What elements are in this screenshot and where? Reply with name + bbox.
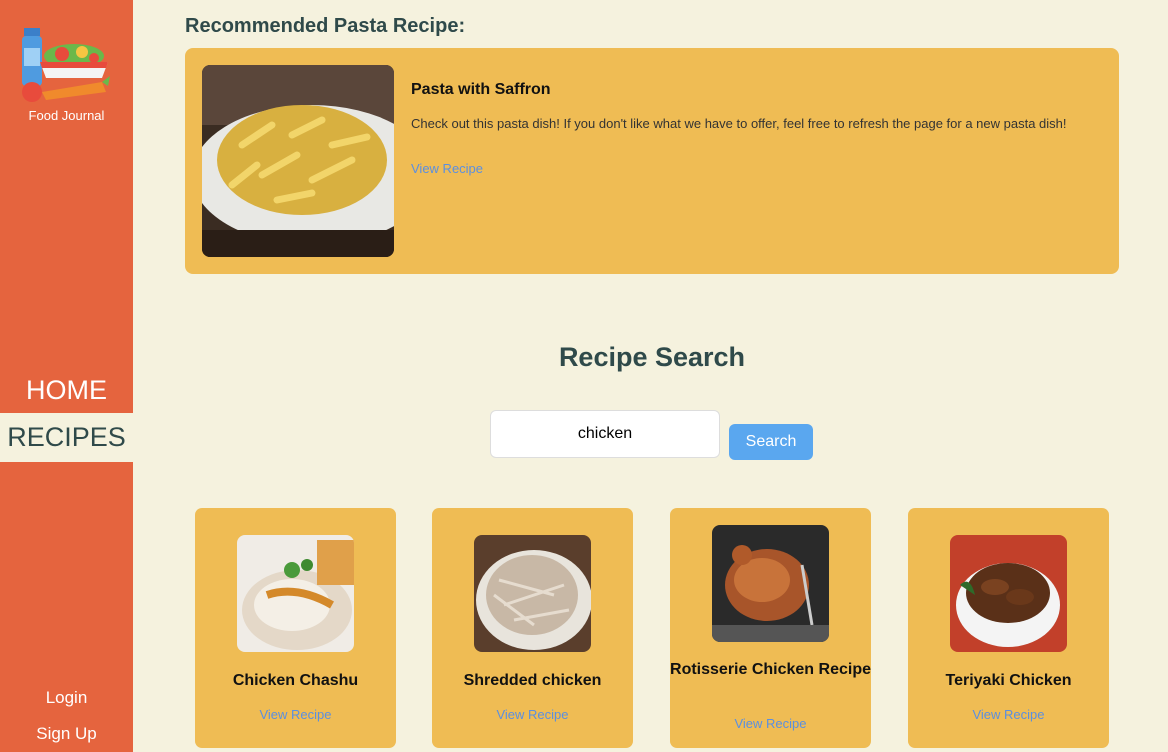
login-link[interactable]: Login [0, 688, 133, 708]
signup-link[interactable]: Sign Up [0, 724, 133, 744]
recipe-title: Rotisserie Chicken Recipe [670, 661, 871, 678]
recommended-view-recipe-link[interactable]: View Recipe [411, 161, 483, 176]
recommended-card: Pasta with Saffron Check out this pasta … [185, 48, 1119, 274]
recipe-card: Rotisserie Chicken Recipe View Recipe [670, 508, 871, 748]
search-input[interactable] [490, 410, 720, 458]
recipe-thumbnail [474, 535, 591, 652]
recipe-thumbnail [237, 535, 354, 652]
search-button[interactable]: Search [729, 424, 813, 460]
recipe-thumbnail [950, 535, 1067, 652]
logo-text: Food Journal [28, 108, 105, 123]
recipe-search-title: Recipe Search [558, 342, 746, 372]
sidebar: Food Journal HOME RECIPES Login Sign Up [0, 0, 133, 752]
view-recipe-link[interactable]: View Recipe [908, 707, 1109, 722]
view-recipe-link[interactable]: View Recipe [432, 707, 633, 722]
view-recipe-link[interactable]: View Recipe [670, 716, 871, 731]
view-recipe-link[interactable]: View Recipe [195, 707, 396, 722]
recipe-title: Chicken Chashu [232, 672, 359, 689]
food-journal-logo[interactable] [22, 26, 110, 104]
recipe-card: Shredded chicken View Recipe [432, 508, 633, 748]
recipe-card: Teriyaki Chicken View Recipe [908, 508, 1109, 748]
recommended-description: Check out this pasta dish! If you don't … [411, 116, 1067, 131]
recipe-title: Teriyaki Chicken [945, 672, 1072, 689]
pasta-image [202, 65, 394, 257]
recipe-thumbnail [712, 525, 829, 642]
recommended-recipe-name: Pasta with Saffron [411, 81, 551, 98]
recipe-title: Shredded chicken [463, 672, 602, 689]
nav-home[interactable]: HOME [0, 370, 133, 410]
nav-recipes[interactable]: RECIPES [0, 413, 133, 462]
recipe-card: Chicken Chashu View Recipe [195, 508, 396, 748]
recommended-heading: Recommended Pasta Recipe: [185, 15, 466, 37]
